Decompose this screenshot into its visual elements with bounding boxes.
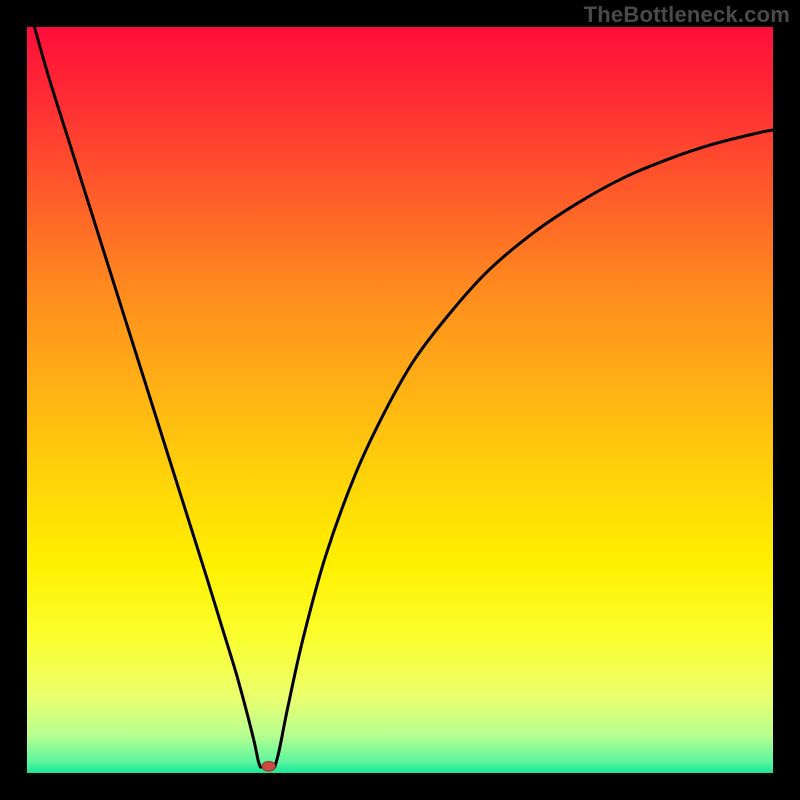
- chart-frame: TheBottleneck.com: [0, 0, 800, 800]
- watermark-text: TheBottleneck.com: [584, 2, 790, 28]
- gradient-background: [27, 27, 773, 773]
- plot-svg: [27, 27, 773, 773]
- plot-area: [27, 27, 773, 773]
- minimum-marker: [262, 761, 275, 771]
